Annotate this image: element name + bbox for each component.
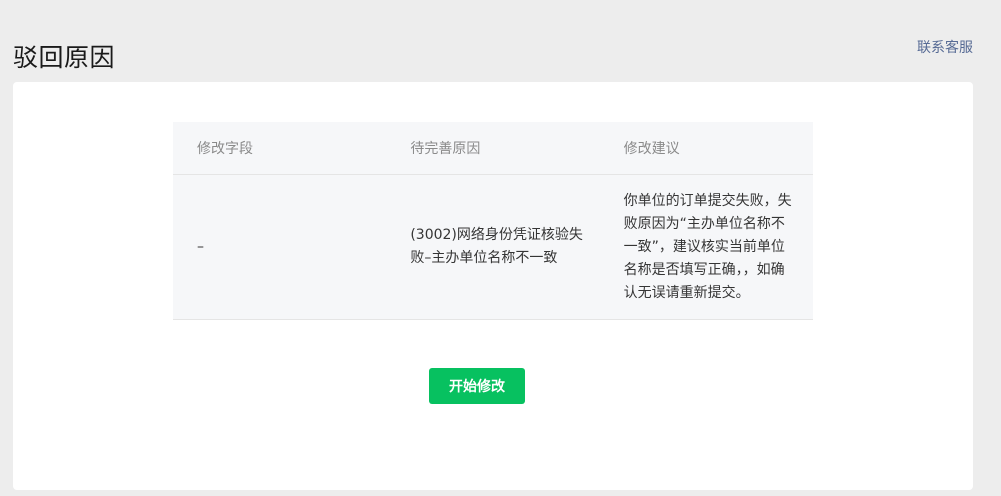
table-row: – (3002)网络身份凭证核验失败–主办单位名称不一致 你单位的订单提交失败，… — [173, 174, 813, 320]
table-header: 修改字段 待完善原因 修改建议 — [173, 122, 813, 175]
table-body: – (3002)网络身份凭证核验失败–主办单位名称不一致 你单位的订单提交失败，… — [173, 174, 813, 320]
table-header-row: 修改字段 待完善原因 修改建议 — [173, 122, 813, 175]
page-title: 驳回原因 — [13, 42, 116, 72]
start-edit-button[interactable]: 开始修改 — [429, 368, 525, 404]
contact-support-link[interactable]: 联系客服 — [917, 38, 973, 58]
cell-field: – — [173, 174, 387, 320]
column-header-field: 修改字段 — [173, 122, 387, 175]
column-header-suggestion: 修改建议 — [599, 122, 813, 175]
rejection-card: 修改字段 待完善原因 修改建议 – (3002)网络身份凭证核验失败–主办单位名… — [13, 82, 973, 490]
rejection-reason-table: 修改字段 待完善原因 修改建议 – (3002)网络身份凭证核验失败–主办单位名… — [173, 122, 813, 320]
column-header-reason: 待完善原因 — [386, 122, 600, 175]
cell-suggestion: 你单位的订单提交失败，失败原因为“主办单位名称不一致”，建议核实当前单位名称是否… — [599, 174, 813, 320]
cell-reason: (3002)网络身份凭证核验失败–主办单位名称不一致 — [386, 174, 600, 320]
